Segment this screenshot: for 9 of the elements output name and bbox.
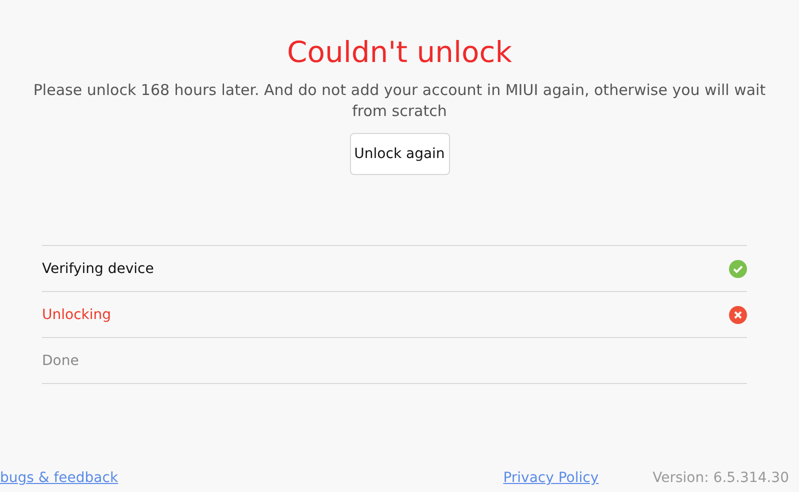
feedback-link[interactable]: bugs & feedback	[0, 470, 118, 486]
unlock-again-button[interactable]: Unlock again	[350, 133, 450, 175]
step-label: Verifying device	[42, 260, 154, 276]
version-label: Version: 6.5.314.30	[652, 470, 789, 486]
privacy-policy-link[interactable]: Privacy Policy	[503, 470, 599, 486]
page-title: Couldn't unlock	[286, 34, 514, 71]
warning-message: Please unlock 168 hours later. And do not add your account in MIUI again, otherwise you will wait from scratch	[32, 80, 767, 122]
step-label: Unlocking	[42, 306, 112, 322]
step-label: Done	[42, 352, 79, 368]
